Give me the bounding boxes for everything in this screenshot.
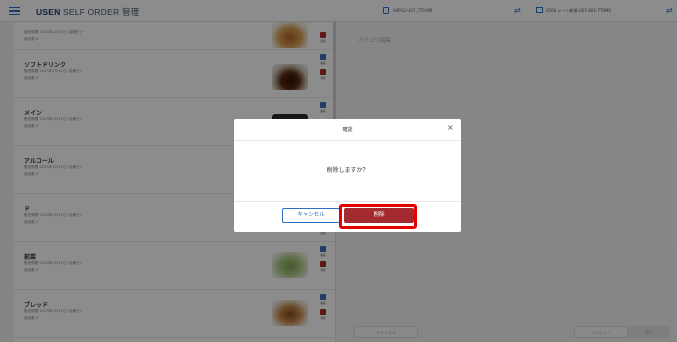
dialog-divider [234,201,461,202]
close-icon[interactable]: × [447,123,454,132]
dialog-title: 確認 [342,127,353,133]
dialog-cancel-button[interactable]: キャンセル [282,208,340,223]
dialog-message: 削除しますか？ [326,167,369,174]
highlight-box [339,204,417,229]
dialog-divider [234,140,461,141]
